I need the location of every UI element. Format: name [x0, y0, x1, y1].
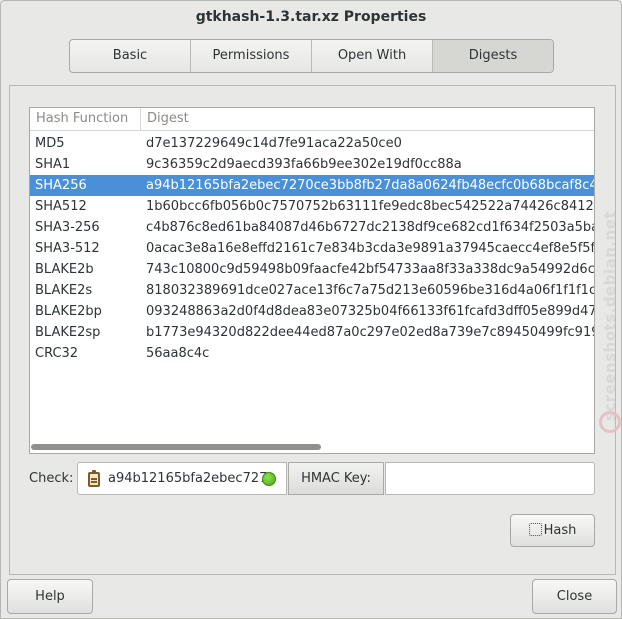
digest-cell: 743c10800c9d59498b09faacfe42bf54733aa8f3… — [146, 262, 595, 277]
help-button[interactable]: Help — [7, 579, 93, 614]
digest-cell: c4b876c8ed61ba84087d46b6727dc2138df9ce68… — [146, 220, 595, 235]
check-value: a94b12165bfa2ebec727 — [108, 471, 268, 486]
table-row[interactable]: BLAKE2s 818032389691dce027ace13f6c7a75d21… — [30, 280, 594, 301]
column-header-hash-function[interactable]: Hash Function — [30, 108, 141, 131]
horizontal-scrollbar[interactable] — [31, 444, 321, 450]
hash-function-cell: SHA3-512 — [35, 241, 100, 256]
digest-cell: b1773e94320d822dee44ed87a0c297e02ed8a739… — [146, 325, 595, 340]
digest-cell: a94b12165bfa2ebec7270ce3bb8fb27da8a0624f… — [146, 178, 595, 193]
hash-function-cell: BLAKE2s — [35, 283, 93, 298]
digest-cell: 9c36359c2d9aecd393fa66b9ee302e19df0cc88a — [146, 157, 462, 172]
tab-bar: Basic Permissions Open With Digests — [69, 39, 554, 73]
table-row[interactable]: BLAKE2sp b1773e94320d822dee44ed87a0c297e0… — [30, 322, 594, 343]
table-row[interactable]: BLAKE2b 743c10800c9d59498b09faacfe42bf547… — [30, 259, 594, 280]
hash-function-cell: CRC32 — [35, 346, 79, 361]
hash-function-cell: BLAKE2sp — [35, 325, 101, 340]
watermark-text: screenshots.debian.net — [601, 210, 619, 422]
hash-button-label: Hash — [543, 523, 577, 538]
tab-basic[interactable]: Basic — [70, 40, 191, 72]
hmac-key-button[interactable]: HMAC Key: — [288, 462, 384, 495]
tab-permissions[interactable]: Permissions — [191, 40, 312, 72]
table-row[interactable]: BLAKE2bp 093248863a2d0f4d8dea83e07325b04f… — [30, 301, 594, 322]
close-button[interactable]: Close — [532, 579, 617, 614]
column-header-digest[interactable]: Digest — [141, 108, 594, 131]
check-label: Check: — [29, 471, 74, 486]
hash-function-cell: SHA1 — [35, 157, 71, 172]
match-indicator-icon — [262, 472, 276, 486]
debian-logo-icon — [599, 411, 621, 433]
table-header: Hash Function Digest — [30, 108, 594, 131]
clipboard-icon[interactable] — [88, 470, 100, 487]
watermark: screenshots.debian.net — [597, 191, 622, 441]
digest-cell: 0acac3e8a16e8effd2161c7e834b3cda3e9891a3… — [146, 241, 595, 256]
table-row[interactable]: CRC32 56aa8c4c — [30, 343, 594, 364]
table-row[interactable]: SHA3-256 c4b876c8ed61ba84087d46b6727dc213… — [30, 217, 594, 238]
hash-icon — [528, 523, 542, 536]
digest-cell: 56aa8c4c — [146, 346, 210, 361]
hash-function-cell: BLAKE2bp — [35, 304, 102, 319]
hash-table: Hash Function Digest MD5 d7e137229649c14d… — [29, 107, 595, 454]
hash-button[interactable]: Hash — [510, 514, 595, 547]
table-row[interactable]: SHA512 1b60bcc6fb056b0c7570752b63111fe9ed… — [30, 196, 594, 217]
window-title: gtkhash-1.3.tar.xz Properties — [195, 9, 427, 25]
check-input[interactable]: a94b12165bfa2ebec727 — [77, 462, 287, 495]
hash-function-cell: SHA256 — [35, 178, 87, 193]
digest-cell: 818032389691dce027ace13f6c7a75d213e60596… — [146, 283, 595, 298]
hash-function-cell: BLAKE2b — [35, 262, 94, 277]
hash-function-cell: MD5 — [35, 136, 65, 151]
hash-function-cell: SHA3-256 — [35, 220, 100, 235]
digest-cell: d7e137229649c14d7fe91aca22a50ce0 — [146, 136, 402, 151]
digest-cell: 1b60bcc6fb056b0c7570752b63111fe9edc8bec5… — [146, 199, 595, 214]
digest-cell: 093248863a2d0f4d8dea83e07325b04f66133f61… — [146, 304, 595, 319]
tab-open-with[interactable]: Open With — [312, 40, 433, 72]
table-row[interactable]: SHA256 a94b12165bfa2ebec7270ce3bb8fb27da8… — [30, 175, 594, 196]
hash-function-cell: SHA512 — [35, 199, 87, 214]
table-row[interactable]: SHA3-512 0acac3e8a16e8effd2161c7e834b3cda… — [30, 238, 594, 259]
table-body: MD5 d7e137229649c14d7fe91aca22a50ce0 SHA1 9… — [30, 133, 594, 364]
table-row[interactable]: MD5 d7e137229649c14d7fe91aca22a50ce0 — [30, 133, 594, 154]
hmac-key-input[interactable] — [385, 462, 595, 495]
properties-dialog: gtkhash-1.3.tar.xz Properties Basic Perm… — [0, 0, 622, 619]
tab-digests[interactable]: Digests — [433, 40, 553, 72]
table-row[interactable]: SHA1 9c36359c2d9aecd393fa66b9ee302e19df0c… — [30, 154, 594, 175]
